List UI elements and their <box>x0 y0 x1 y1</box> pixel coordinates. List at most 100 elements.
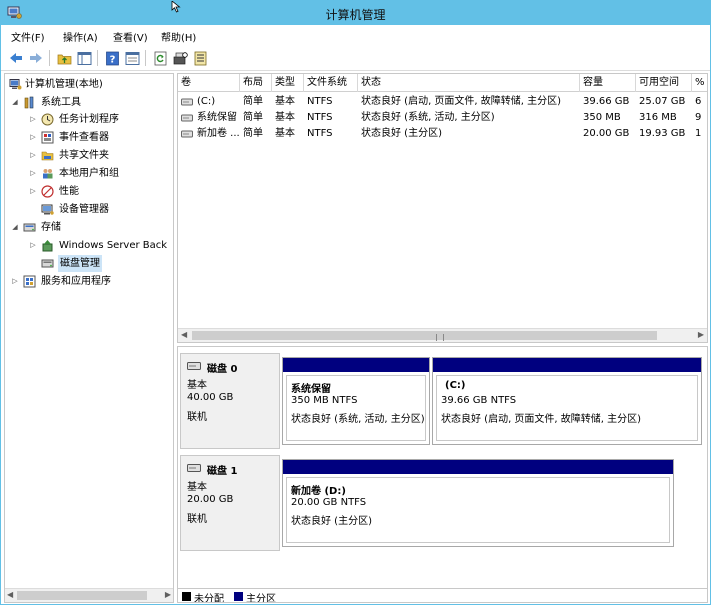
partition-c-drive[interactable]: (C:) 39.66 GB NTFS 状态良好 (启动, 页面文件, 故障转储,… <box>432 357 702 445</box>
tree-label: 存储 <box>41 222 61 233</box>
column-header-volume[interactable]: 卷 <box>178 74 240 92</box>
table-row[interactable]: (C:) 简单 基本 NTFS 状态良好 (启动, 页面文件, 故障转储, 主分… <box>178 94 707 110</box>
tree-label: Windows Server Back <box>59 240 168 251</box>
disk-1-info[interactable]: 磁盘 1 基本 20.00 GB 联机 <box>180 455 280 551</box>
menu-file[interactable]: 文件(F) <box>11 29 45 44</box>
rescan-icon[interactable] <box>171 49 189 67</box>
volume-list-header: 卷 布局 类型 文件系统 状态 容量 可用空间 % <box>178 74 707 92</box>
unallocated-swatch <box>182 592 191 601</box>
clock-icon <box>41 113 54 126</box>
cell-volume: (C:) <box>197 96 216 107</box>
tree-label: 本地用户和组 <box>59 168 119 179</box>
table-row[interactable]: 系统保留 简单 基本 NTFS 状态良好 (系统, 活动, 主分区) 350 M… <box>178 110 707 126</box>
cell-status: 状态良好 (系统, 活动, 主分区) <box>361 112 495 123</box>
partition-name: 系统保留 <box>291 384 331 395</box>
cell-filesystem: NTFS <box>307 112 333 123</box>
cell-free-space: 19.93 GB <box>639 128 686 139</box>
services-icon <box>23 275 36 288</box>
scroll-right-icon[interactable]: ▶ <box>698 330 704 339</box>
partition-size: 39.66 GB NTFS <box>441 395 517 406</box>
volume-icon <box>181 98 193 106</box>
cell-status: 状态良好 (主分区) <box>361 128 442 139</box>
toolbar-separator <box>49 50 50 66</box>
cell-percent: 1 <box>695 128 702 139</box>
disk-0-info[interactable]: 磁盘 0 基本 40.00 GB 联机 <box>180 353 280 449</box>
cell-free-space: 25.07 GB <box>639 96 686 107</box>
tree-label: 设备管理器 <box>59 204 109 215</box>
partition-body: 系统保留 350 MB NTFS 状态良好 (系统, 活动, 主分区) <box>286 375 426 441</box>
partition-system-reserved[interactable]: 系统保留 350 MB NTFS 状态良好 (系统, 活动, 主分区) <box>282 357 430 445</box>
tree-label: 磁盘管理 <box>58 255 102 272</box>
cell-type: 基本 <box>275 128 295 139</box>
menu-help[interactable]: 帮助(H) <box>161 29 196 44</box>
toolbar-separator <box>97 50 98 66</box>
menu-action[interactable]: 操作(A) <box>63 29 98 44</box>
chevron-right-icon[interactable]: ▷ <box>29 111 37 128</box>
export-list-icon[interactable] <box>191 49 209 67</box>
primary-partition-bar <box>283 358 429 372</box>
scroll-left-icon[interactable]: ◀ <box>7 590 13 599</box>
tree-horizontal-scrollbar[interactable]: ◀ ▶ <box>5 588 173 602</box>
volume-list-horizontal-scrollbar[interactable]: ◀ ▶ <box>178 328 707 342</box>
volume-icon <box>181 130 193 138</box>
scrollbar-thumb[interactable] <box>192 331 657 341</box>
chevron-right-icon[interactable]: ▷ <box>29 147 37 164</box>
users-icon <box>43 169 53 179</box>
help-icon[interactable]: ? <box>103 49 121 67</box>
cell-volume: 系统保留 <box>197 112 237 123</box>
scroll-right-icon[interactable]: ▶ <box>165 590 171 599</box>
chevron-right-icon[interactable]: ▷ <box>29 165 37 182</box>
partition-status: 状态良好 (主分区) <box>291 516 372 527</box>
forward-arrow-icon[interactable] <box>27 49 45 67</box>
show-hide-tree-icon[interactable] <box>75 49 93 67</box>
chevron-down-icon[interactable]: ◢ <box>11 94 19 111</box>
scroll-left-icon[interactable]: ◀ <box>181 330 187 339</box>
menu-bar: 文件(F) 操作(A) 查看(V) 帮助(H) <box>1 25 710 45</box>
table-row[interactable]: 新加卷 ... 简单 基本 NTFS 状态良好 (主分区) 20.00 GB 1… <box>178 126 707 142</box>
tree-label: 服务和应用程序 <box>41 276 111 287</box>
chevron-right-icon[interactable]: ▷ <box>29 129 37 146</box>
device-manager-icon <box>41 204 54 215</box>
column-header-layout[interactable]: 布局 <box>240 74 272 92</box>
partition-d-drive[interactable]: 新加卷 (D:) 20.00 GB NTFS 状态良好 (主分区) <box>282 459 674 547</box>
chevron-down-icon[interactable]: ◢ <box>11 219 19 236</box>
primary-partition-bar <box>433 358 701 372</box>
cell-type: 基本 <box>275 96 295 107</box>
cell-free-space: 316 MB <box>639 112 677 123</box>
back-arrow-icon[interactable] <box>7 49 25 67</box>
cell-layout: 简单 <box>243 128 263 139</box>
menu-view[interactable]: 查看(V) <box>113 29 148 44</box>
column-header-free-space[interactable]: 可用空间 <box>636 74 692 92</box>
partition-body: (C:) 39.66 GB NTFS 状态良好 (启动, 页面文件, 故障转储,… <box>436 375 698 441</box>
svg-text:?: ? <box>109 54 115 65</box>
scrollbar-thumb[interactable] <box>17 591 147 600</box>
column-header-capacity[interactable]: 容量 <box>580 74 636 92</box>
column-header-percent[interactable]: % <box>692 74 707 92</box>
disk-kind: 基本 <box>187 380 207 391</box>
cell-layout: 简单 <box>243 112 263 123</box>
chevron-right-icon[interactable]: ▷ <box>29 183 37 200</box>
properties-icon[interactable] <box>123 49 141 67</box>
column-header-filesystem[interactable]: 文件系统 <box>304 74 358 92</box>
title-bar[interactable]: 计算机管理 <box>1 1 710 25</box>
scrollbar-grip <box>436 334 444 341</box>
column-header-type[interactable]: 类型 <box>272 74 304 92</box>
refresh-icon[interactable] <box>151 49 169 67</box>
disk-name: 磁盘 1 <box>207 466 238 477</box>
tree-label: 事件查看器 <box>59 132 109 143</box>
chevron-right-icon[interactable]: ▷ <box>11 273 19 290</box>
tree-label: 性能 <box>59 186 79 197</box>
legend-unallocated: 未分配 <box>194 594 224 603</box>
column-header-status[interactable]: 状态 <box>358 74 580 92</box>
disk-state: 联机 <box>187 412 207 423</box>
partition-body: 新加卷 (D:) 20.00 GB NTFS 状态良好 (主分区) <box>286 477 670 543</box>
volume-icon <box>181 114 193 122</box>
navigation-tree: 计算机管理(本地) ◢ 系统工具 ▷ 任务计划程序 ▷ 事件查看器 ▷ 共享文件… <box>4 73 174 603</box>
cell-percent: 6 <box>695 96 702 107</box>
shared-folder-icon <box>41 151 54 161</box>
partition-status: 状态良好 (启动, 页面文件, 故障转储, 主分区) <box>441 414 642 425</box>
disk-icon <box>187 362 201 370</box>
chevron-right-icon[interactable]: ▷ <box>29 237 37 254</box>
up-folder-icon[interactable] <box>55 49 73 67</box>
cell-capacity: 39.66 GB <box>583 96 630 107</box>
